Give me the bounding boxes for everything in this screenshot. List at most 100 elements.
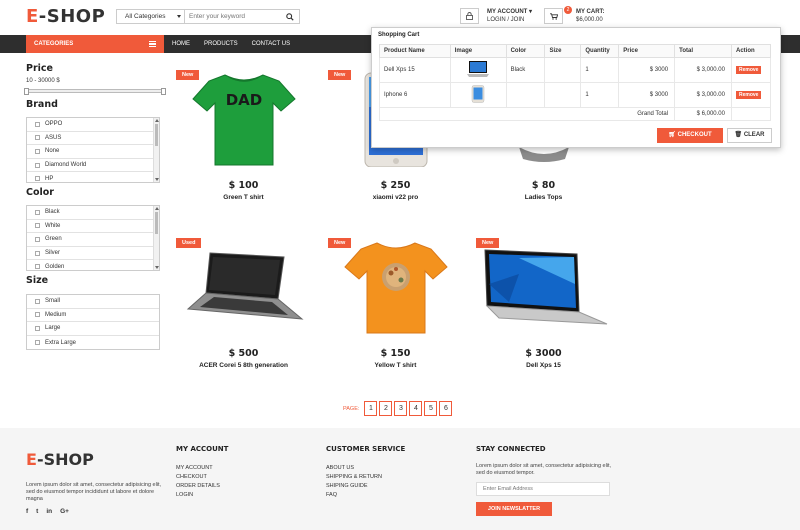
price-slider[interactable] xyxy=(24,88,166,95)
join-newsletter-button[interactable]: JOIN NEWSLATTER xyxy=(476,502,552,516)
footer-link[interactable]: SHIPING GUIDE xyxy=(326,482,382,491)
slider-handle-min[interactable] xyxy=(24,88,29,95)
scroll-up-icon[interactable] xyxy=(155,119,159,122)
checkbox[interactable] xyxy=(35,176,40,182)
checkbox[interactable] xyxy=(35,325,40,331)
remove-button[interactable]: Remove xyxy=(735,91,762,99)
scroll-up-icon[interactable] xyxy=(155,207,159,210)
brand-option[interactable]: Diamond World xyxy=(27,159,159,173)
cart-table-header: Product Name Image Color Size Quantity P… xyxy=(379,44,772,58)
product-image[interactable]: DAD xyxy=(176,70,311,168)
table-row: Dell Xps 15 Black 1 $ 3000 $ 3,000.00 Re… xyxy=(379,57,772,83)
color-scrollbar[interactable] xyxy=(153,206,159,270)
product-card[interactable]: New $ 150 Yellow T shirt xyxy=(328,238,463,398)
scroll-thumb[interactable] xyxy=(155,212,158,234)
footer-link[interactable]: FAQ xyxy=(326,491,382,500)
checkbox[interactable] xyxy=(35,162,40,168)
footer-logo[interactable]: E-SHOP xyxy=(26,450,94,469)
size-option[interactable]: Medium xyxy=(27,309,159,323)
footer-stay-connected-title: STAY CONNECTED xyxy=(476,445,546,453)
scroll-down-icon[interactable] xyxy=(155,266,159,269)
nav-link-contact[interactable]: CONTACT US xyxy=(252,35,290,53)
cart-icon xyxy=(549,12,558,20)
product-name[interactable]: Ladies Tops xyxy=(476,194,611,201)
color-option[interactable]: Black xyxy=(27,206,159,220)
footer-link[interactable]: SHIPPING & RETURN xyxy=(326,473,382,482)
login-join-link[interactable]: LOGIN / JOIN xyxy=(487,16,532,24)
footer-link[interactable]: ORDER DETAILS xyxy=(176,482,220,491)
brand-filter-list: OPPO ASUS None Diamond World HP xyxy=(26,117,160,183)
checkbox[interactable] xyxy=(35,298,40,304)
color-option[interactable]: Green xyxy=(27,233,159,247)
categories-button[interactable]: CATEGORIES xyxy=(26,35,164,53)
cart-item-name[interactable]: Dell Xps 15 xyxy=(379,57,451,83)
product-image[interactable] xyxy=(476,238,611,336)
size-option[interactable]: Extra Large xyxy=(27,336,159,349)
category-select[interactable]: All Categories xyxy=(117,10,185,23)
footer-link[interactable]: CHECKOUT xyxy=(176,473,220,482)
page-link[interactable]: 4 xyxy=(409,401,423,416)
product-name[interactable]: ACER Corei 5 8th generation xyxy=(176,362,311,369)
color-option[interactable]: Silver xyxy=(27,247,159,261)
product-card[interactable]: New $ 3000 Dell Xps 15 xyxy=(476,238,611,398)
color-option[interactable]: Golden xyxy=(27,260,159,270)
page-link[interactable]: 5 xyxy=(424,401,438,416)
checkbox[interactable] xyxy=(35,264,40,270)
checkbox[interactable] xyxy=(35,148,40,154)
scroll-thumb[interactable] xyxy=(155,124,158,146)
account-button[interactable] xyxy=(460,8,479,24)
logo[interactable]: E-SHOP xyxy=(26,6,105,27)
size-option[interactable]: Large xyxy=(27,322,159,336)
twitter-icon[interactable]: t xyxy=(36,508,38,515)
account-menu[interactable]: MY ACCOUNT ▾ LOGIN / JOIN xyxy=(487,8,532,24)
page-link[interactable]: 3 xyxy=(394,401,408,416)
checkbox[interactable] xyxy=(35,121,40,127)
cart-summary[interactable]: MY CART: $6,000.00 xyxy=(576,8,605,24)
google-plus-icon[interactable]: G+ xyxy=(60,508,69,515)
product-price: $ 150 xyxy=(380,348,411,359)
page-link[interactable]: 2 xyxy=(379,401,393,416)
checkbox[interactable] xyxy=(35,209,40,215)
brand-option[interactable]: HP xyxy=(27,172,159,182)
product-name[interactable]: Green T shirt xyxy=(176,194,311,201)
brand-option[interactable]: ASUS xyxy=(27,132,159,146)
size-option[interactable]: Small xyxy=(27,295,159,309)
cart-button[interactable] xyxy=(544,8,563,24)
checkbox[interactable] xyxy=(35,223,40,229)
remove-button[interactable]: Remove xyxy=(735,66,762,74)
brand-option[interactable]: None xyxy=(27,145,159,159)
footer-link[interactable]: LOGIN xyxy=(176,491,220,500)
cart-item-name[interactable]: Iphone 6 xyxy=(379,82,451,108)
slider-handle-max[interactable] xyxy=(161,88,166,95)
scroll-down-icon[interactable] xyxy=(155,178,159,181)
product-card[interactable]: Used $ 500 ACER Corei 5 8th generation xyxy=(176,238,311,398)
footer-link[interactable]: MY ACCOUNT xyxy=(176,464,220,473)
page-link[interactable]: 6 xyxy=(439,401,453,416)
product-image[interactable] xyxy=(328,238,463,336)
search-input[interactable] xyxy=(185,10,281,23)
search-button[interactable] xyxy=(281,10,299,23)
green-tshirt-image: DAD xyxy=(191,74,296,166)
checkbox[interactable] xyxy=(35,135,40,141)
facebook-icon[interactable]: f xyxy=(26,508,28,515)
checkout-button[interactable]: 🛒︎ CHECKOUT xyxy=(657,128,723,143)
brand-option[interactable]: OPPO xyxy=(27,118,159,132)
product-image[interactable] xyxy=(176,238,311,336)
clear-cart-button[interactable]: 🗑︎ CLEAR xyxy=(727,128,772,143)
product-name[interactable]: Yellow T shirt xyxy=(328,362,463,369)
product-card[interactable]: New DAD $ 100 Green T shirt xyxy=(176,70,311,230)
checkbox[interactable] xyxy=(35,340,40,346)
product-name[interactable]: Dell Xps 15 xyxy=(476,362,611,369)
footer-link[interactable]: ABOUT US xyxy=(326,464,382,473)
checkbox[interactable] xyxy=(35,250,40,256)
checkbox[interactable] xyxy=(35,312,40,318)
nav-link-products[interactable]: PRODUCTS xyxy=(204,35,238,53)
product-name[interactable]: xiaomi v22 pro xyxy=(328,194,463,201)
color-option[interactable]: White xyxy=(27,220,159,234)
newsletter-email-input[interactable]: Enter Email Address xyxy=(476,482,610,496)
nav-link-home[interactable]: HOME xyxy=(172,35,190,53)
checkbox[interactable] xyxy=(35,236,40,242)
linkedin-icon[interactable]: in xyxy=(46,508,52,515)
brand-scrollbar[interactable] xyxy=(153,118,159,182)
page-link[interactable]: 1 xyxy=(364,401,378,416)
